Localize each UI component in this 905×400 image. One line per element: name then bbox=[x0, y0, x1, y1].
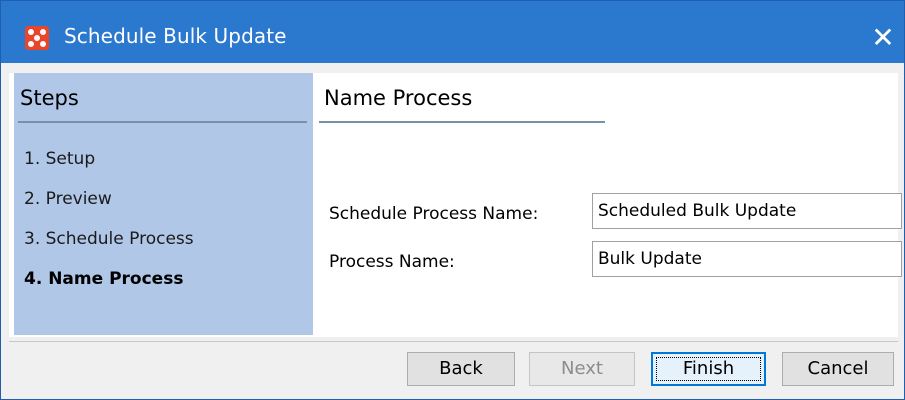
step-setup: 1. Setup bbox=[24, 149, 96, 169]
close-button[interactable]: ✕ bbox=[863, 18, 903, 58]
process-name-label: Process Name: bbox=[329, 252, 455, 272]
steps-title: Steps bbox=[20, 86, 79, 110]
schedule-process-name-label: Schedule Process Name: bbox=[329, 204, 539, 224]
dialog-body: Steps 1. Setup 2. Preview 3. Schedule Pr… bbox=[9, 73, 902, 337]
step-schedule-process: 3. Schedule Process bbox=[24, 229, 194, 249]
steps-panel: Steps 1. Setup 2. Preview 3. Schedule Pr… bbox=[14, 73, 313, 335]
process-name-input[interactable] bbox=[592, 241, 902, 277]
footer-divider bbox=[9, 341, 898, 342]
schedule-bulk-update-dialog: Schedule Bulk Update ✕ Steps 1. Setup 2.… bbox=[0, 0, 905, 400]
title-divider bbox=[319, 121, 605, 123]
finish-button-label: Finish bbox=[682, 358, 735, 379]
page-title: Name Process bbox=[324, 86, 473, 110]
cancel-button[interactable]: Cancel bbox=[782, 352, 894, 386]
window-title: Schedule Bulk Update bbox=[64, 24, 287, 48]
next-button[interactable]: Next bbox=[529, 352, 635, 386]
app-grid-icon bbox=[25, 26, 49, 50]
schedule-process-name-input[interactable] bbox=[592, 193, 902, 229]
step-preview: 2. Preview bbox=[24, 189, 112, 209]
title-bar: Schedule Bulk Update ✕ bbox=[1, 1, 904, 63]
steps-divider bbox=[18, 121, 307, 123]
back-button[interactable]: Back bbox=[407, 352, 515, 386]
close-icon: ✕ bbox=[871, 22, 895, 53]
finish-button[interactable]: Finish bbox=[651, 352, 766, 386]
step-name-process: 4. Name Process bbox=[24, 269, 184, 289]
